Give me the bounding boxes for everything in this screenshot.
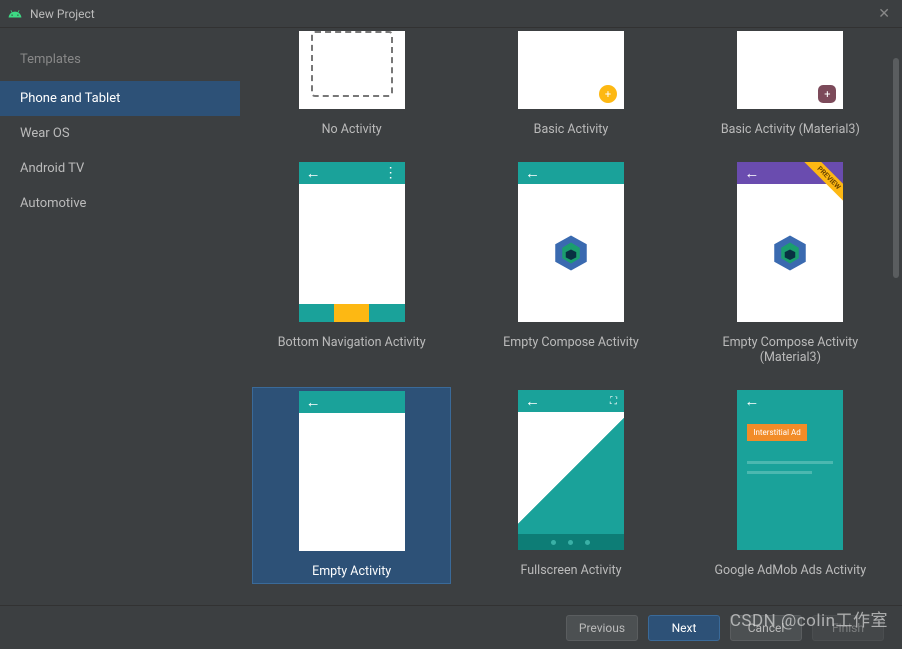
previous-button[interactable]: Previous [566,615,638,641]
compose-icon [769,232,811,274]
template-label: Empty Compose Activity (Material3) [691,335,890,369]
plus-icon: + [605,89,611,100]
finish-button[interactable]: Finish [812,615,884,641]
compose-icon [550,232,592,274]
template-empty-compose-m3[interactable]: ← PREVIEW Empty Compose Activity (Materi… [691,159,890,369]
template-label: Basic Activity (Material3) [691,122,890,141]
template-label: Empty Activity [253,564,450,583]
back-arrow-icon: ← [525,394,540,409]
sidebar-item-android-tv[interactable]: Android TV [0,151,240,186]
template-admob[interactable]: ← Interstitial Ad Google AdMob Ads Activ… [691,387,890,584]
android-icon [8,7,22,21]
back-arrow-icon: ← [744,394,759,409]
template-label: No Activity [252,122,451,141]
ad-chip: Interstitial Ad [747,424,806,441]
sidebar: Templates Phone and Tablet Wear OS Andro… [0,28,240,605]
template-empty-compose[interactable]: ← Empty Compose Activity [471,159,670,369]
template-basic-activity-m3[interactable]: + Basic Activity (Material3) [691,28,890,141]
close-icon[interactable]: ✕ [874,6,894,22]
footer: Previous Next Cancel Finish [0,605,902,649]
cancel-button[interactable]: Cancel [730,615,802,641]
window-title: New Project [30,7,95,21]
back-arrow-icon: ← [744,166,759,181]
template-gallery: No Activity + Basic Activity + Basic Act… [240,28,902,605]
fullscreen-icon: ⛶ [610,396,617,407]
template-fullscreen[interactable]: ← ⛶ Fullscreen Activity [471,387,670,584]
next-button[interactable]: Next [648,615,720,641]
back-arrow-icon: ← [525,166,540,181]
template-bottom-navigation[interactable]: ← ⋮ Bottom Navigation Activity [252,159,451,369]
titlebar: New Project ✕ [0,0,902,28]
template-label: Empty Compose Activity [471,335,670,354]
sidebar-item-phone-tablet[interactable]: Phone and Tablet [0,81,240,116]
scrollbar[interactable] [893,58,899,308]
template-label: Fullscreen Activity [471,563,670,582]
template-empty-activity[interactable]: ← Empty Activity [252,387,451,584]
template-label: Google AdMob Ads Activity [691,563,890,582]
sidebar-item-automotive[interactable]: Automotive [0,186,240,221]
template-no-activity[interactable]: No Activity [252,28,451,141]
plus-icon: + [824,89,830,100]
back-arrow-icon: ← [306,166,321,181]
template-label: Bottom Navigation Activity [252,335,451,354]
menu-icon: ⋮ [384,165,398,181]
sidebar-header: Templates [0,46,240,81]
back-arrow-icon: ← [306,395,321,410]
sidebar-item-wear-os[interactable]: Wear OS [0,116,240,151]
template-label: Basic Activity [471,122,670,141]
template-basic-activity[interactable]: + Basic Activity [471,28,670,141]
